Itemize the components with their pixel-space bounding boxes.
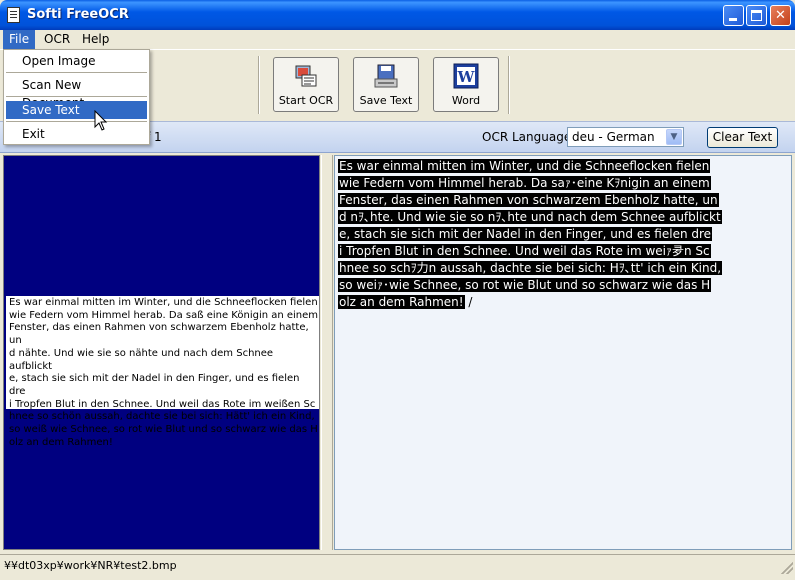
- menu-separator: [6, 96, 147, 97]
- ocr-language-value: deu - German: [572, 130, 655, 144]
- menu-ocr[interactable]: OCR: [38, 30, 76, 49]
- menu-separator: [6, 121, 147, 122]
- resize-grip-icon[interactable]: [781, 562, 793, 574]
- pane-splitter[interactable]: [321, 155, 333, 550]
- ocr-text-pane[interactable]: Es war einmal mitten im Winter, und die …: [334, 155, 792, 550]
- menu-item-save-text[interactable]: Save Text: [6, 101, 147, 119]
- toolbar-separator: [508, 56, 510, 114]
- menu-file[interactable]: File: [3, 30, 36, 49]
- word-icon-letter: W: [457, 68, 476, 86]
- ocr-line: i Tropfen Blut in den Schnee. Und weil d…: [338, 244, 711, 258]
- ocr-line: so weiｧ･wie Schnee, so rot wie Blut und …: [338, 278, 712, 292]
- save-icon: [374, 64, 398, 88]
- close-button[interactable]: ✕: [770, 5, 791, 26]
- menu-item-exit[interactable]: Exit: [6, 125, 147, 143]
- menu-help[interactable]: Help: [76, 30, 115, 49]
- close-icon: ✕: [775, 8, 786, 23]
- mouse-pointer-icon: [94, 110, 108, 131]
- ocr-line: olz an dem Rahmen! /: [338, 295, 473, 309]
- save-text-label: Save Text: [359, 94, 413, 107]
- app-window: Softi FreeOCR ✕ File OCR Help Start OCR: [0, 0, 795, 580]
- maximize-button[interactable]: [746, 5, 767, 26]
- minimize-button[interactable]: [723, 5, 744, 26]
- window-title: Softi FreeOCR: [27, 7, 129, 22]
- scanned-image-text: Es war einmal mitten im Winter, und die …: [9, 297, 319, 448]
- minimize-icon: [729, 18, 737, 21]
- start-ocr-button[interactable]: Start OCR: [273, 57, 339, 112]
- maximize-icon: [751, 10, 762, 21]
- chevron-down-icon[interactable]: ▼: [666, 129, 682, 145]
- toolbar-separator: [258, 56, 260, 114]
- trailing-mark: /: [468, 295, 473, 309]
- ocr-line: wie Federn vom Himmel herab. Da saｧ･eine…: [338, 176, 711, 190]
- ocr-line: Fenster, das einen Rahmen von schwarzem …: [338, 193, 719, 207]
- ocr-line: d nｦ､hte. Und wie sie so nｦ､hte und nach…: [338, 210, 722, 224]
- ocr-line: hnee so schｦ力n aussah, dachte sie bei si…: [338, 261, 723, 275]
- document-icon: [7, 7, 20, 23]
- scan-icon: [295, 65, 317, 87]
- menu-separator: [6, 72, 147, 73]
- ocr-language-select[interactable]: deu - German ▼: [567, 127, 684, 147]
- word-button[interactable]: W Word: [433, 57, 499, 112]
- menu-item-open-image[interactable]: Open Image: [6, 52, 147, 70]
- word-label: Word: [451, 94, 481, 107]
- file-menu-dropdown: Open Image Scan New Document Save Text E…: [3, 49, 150, 145]
- menu-item-scan-new-document[interactable]: Scan New Document: [6, 76, 147, 110]
- scanned-image: Es war einmal mitten im Winter, und die …: [6, 296, 319, 448]
- ocr-line: Es war einmal mitten im Winter, und die …: [338, 159, 711, 173]
- status-bar: ¥¥dt03xp¥work¥NR¥test2.bmp: [0, 554, 795, 576]
- menu-bar: File OCR Help: [0, 30, 795, 49]
- file-path: ¥¥dt03xp¥work¥NR¥test2.bmp: [4, 559, 177, 572]
- clear-text-button[interactable]: Clear Text: [707, 127, 778, 148]
- word-icon: W: [453, 63, 479, 89]
- ocr-language-label: OCR Language:: [482, 130, 576, 144]
- ocr-line: e, stach sie sich mit der Nadel in den F…: [338, 227, 713, 241]
- start-ocr-label: Start OCR: [278, 94, 334, 107]
- ocr-result-text[interactable]: Es war einmal mitten im Winter, und die …: [338, 158, 790, 311]
- title-bar[interactable]: Softi FreeOCR ✕: [0, 0, 795, 30]
- save-text-button[interactable]: Save Text: [353, 57, 419, 112]
- image-preview-pane[interactable]: Es war einmal mitten im Winter, und die …: [3, 155, 320, 550]
